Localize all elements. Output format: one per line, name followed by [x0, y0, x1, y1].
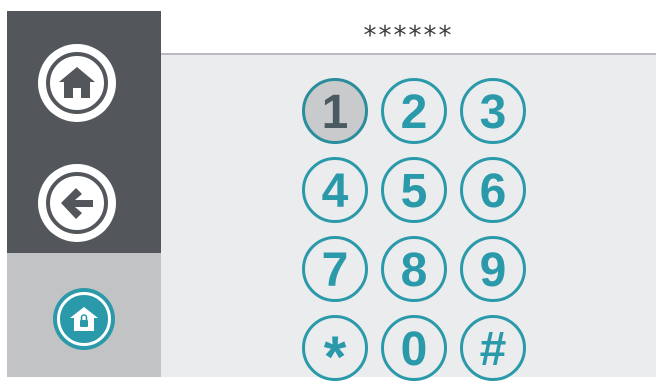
- key-3-label: 3: [479, 86, 507, 139]
- key-7-label: 7: [321, 244, 349, 297]
- key-star-label: *: [323, 325, 347, 390]
- arrow-left-icon: [61, 188, 93, 219]
- key-4-label: 4: [321, 165, 349, 218]
- key-3[interactable]: 3: [460, 78, 526, 144]
- key-star[interactable]: *: [302, 315, 368, 387]
- key-8[interactable]: 8: [381, 236, 447, 302]
- key-9[interactable]: 9: [460, 236, 526, 302]
- key-0-label: 0: [400, 323, 428, 376]
- keypad-panel: ****** 1 2 3 4 5 6 7 8 9 * 0 #: [161, 11, 656, 387]
- key-6[interactable]: 6: [460, 157, 526, 223]
- key-5-label: 5: [400, 165, 428, 218]
- arm-lock-button[interactable]: [53, 288, 115, 350]
- key-hash[interactable]: #: [460, 315, 526, 381]
- sidebar: [7, 11, 161, 377]
- key-1[interactable]: 1: [302, 78, 368, 144]
- back-button[interactable]: [38, 164, 116, 242]
- key-9-label: 9: [479, 244, 507, 297]
- home-button-ring: [46, 52, 108, 114]
- keypad: 1 2 3 4 5 6 7 8 9 * 0 #: [302, 78, 532, 387]
- key-5[interactable]: 5: [381, 157, 447, 223]
- home-icon: [59, 67, 95, 98]
- key-6-label: 6: [479, 165, 507, 218]
- key-1-label: 1: [321, 86, 349, 139]
- key-2[interactable]: 2: [381, 78, 447, 144]
- code-display: ******: [161, 11, 656, 55]
- key-hash-label: #: [479, 323, 507, 376]
- key-7[interactable]: 7: [302, 236, 368, 302]
- home-button[interactable]: [38, 44, 116, 122]
- key-8-label: 8: [400, 244, 428, 297]
- app-frame: ****** 1 2 3 4 5 6 7 8 9 * 0 #: [7, 11, 656, 387]
- back-button-ring: [46, 172, 108, 234]
- house-lock-icon: [70, 307, 98, 331]
- key-4[interactable]: 4: [302, 157, 368, 223]
- masked-code: ******: [363, 21, 454, 51]
- key-2-label: 2: [400, 86, 428, 139]
- key-0[interactable]: 0: [381, 315, 447, 381]
- arm-lock-ring: [57, 292, 111, 346]
